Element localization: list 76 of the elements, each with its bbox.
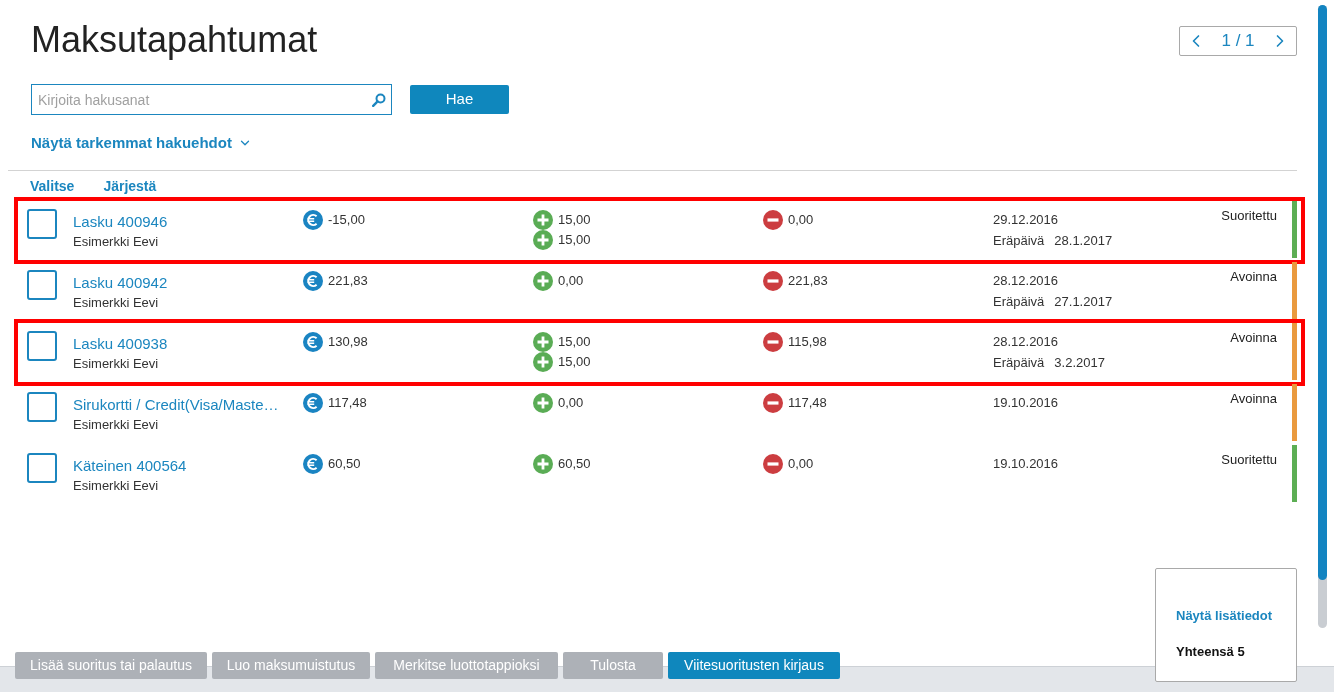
transaction-link[interactable]: Sirukortti / Credit(Visa/Maste… — [73, 395, 279, 415]
date-text: 29.12.2016 — [993, 211, 1059, 229]
total-count: Yhteensä 5 — [1176, 643, 1245, 661]
checkbox[interactable] — [27, 270, 57, 300]
payment-text: 60,50 — [558, 455, 591, 474]
checkbox[interactable] — [27, 209, 57, 239]
balance-text: 0,00 — [788, 455, 814, 474]
minus-icon — [763, 210, 783, 230]
status-text: Avoinna — [1230, 390, 1277, 408]
balance-text: 117,48 — [788, 394, 827, 413]
payment-text: 0,00 — [558, 272, 584, 291]
date-text: 19.10.2016 — [993, 394, 1059, 412]
payment-text: 15,00 — [558, 353, 591, 372]
customer-name: Esimerkki Eevi — [73, 233, 159, 250]
advanced-search-link[interactable]: Näytä tarkemmat hakuehdot — [31, 133, 252, 153]
payment-text: 0,00 — [558, 394, 584, 413]
minus-icon — [763, 393, 783, 413]
show-details-link[interactable]: Näytä lisätiedot — [1176, 607, 1273, 625]
search-button[interactable]: Hae — [410, 85, 509, 114]
plus-icon — [533, 230, 553, 250]
due-label: Eräpäivä — [993, 354, 1045, 372]
payment-text: 15,00 — [558, 211, 591, 230]
date-text: 28.12.2016 — [993, 272, 1059, 290]
due-label: Eräpäivä — [993, 232, 1045, 250]
plus-icon — [533, 393, 553, 413]
plus-icon — [533, 271, 553, 291]
toolbar-link[interactable]: Järjestä — [103, 177, 157, 195]
customer-name: Esimerkki Eevi — [73, 477, 159, 494]
balance-text: 221,83 — [788, 272, 828, 291]
balance-text: 0,00 — [788, 211, 814, 230]
euro-icon — [303, 393, 323, 413]
amount-text: 117,48 — [328, 394, 367, 413]
balance-text: 115,98 — [788, 333, 827, 352]
euro-icon — [303, 332, 323, 352]
search-icon — [372, 93, 386, 107]
plus-icon — [533, 454, 553, 474]
date-text: 19.10.2016 — [993, 455, 1059, 473]
plus-icon — [533, 332, 553, 352]
euro-icon — [303, 271, 323, 291]
status-text: Suoritettu — [1221, 207, 1277, 225]
customer-name: Esimerkki Eevi — [73, 294, 159, 311]
transaction-link[interactable]: Lasku 400938 — [73, 334, 168, 354]
customer-name: Esimerkki Eevi — [73, 416, 159, 433]
customer-name: Esimerkki Eevi — [73, 355, 159, 372]
due-date-text: 28.1.2017 — [1054, 232, 1113, 250]
due-label: Eräpäivä — [993, 293, 1045, 311]
amount-text: 221,83 — [328, 272, 368, 291]
euro-icon — [303, 454, 323, 474]
due-date-text: 3.2.2017 — [1054, 354, 1105, 372]
status-text: Suoritettu — [1221, 451, 1277, 469]
page-indicator: 1 / 1 — [1221, 30, 1255, 53]
checkbox[interactable] — [27, 453, 57, 483]
payment-text: 15,00 — [558, 231, 591, 250]
amount-text: 60,50 — [328, 455, 361, 474]
transaction-link[interactable]: Lasku 400946 — [73, 212, 168, 232]
search-field[interactable]: Kirjoita hakusanat — [31, 84, 392, 115]
minus-icon — [763, 332, 783, 352]
status-text: Avoinna — [1230, 329, 1277, 347]
minus-icon — [763, 271, 783, 291]
euro-icon — [303, 210, 323, 230]
transaction-link[interactable]: Käteinen 400564 — [73, 456, 187, 476]
action-button[interactable]: Viitesuoritusten kirjaus — [668, 652, 840, 679]
plus-icon — [533, 352, 553, 372]
plus-icon — [533, 210, 553, 230]
payment-text: 15,00 — [558, 333, 591, 352]
amount-text: 130,98 — [328, 333, 368, 352]
date-text: 28.12.2016 — [993, 333, 1059, 351]
transaction-link[interactable]: Lasku 400942 — [73, 273, 168, 293]
page-title: Maksutapahtumat — [31, 18, 318, 62]
minus-icon — [763, 454, 783, 474]
checkbox[interactable] — [27, 331, 57, 361]
status-text: Avoinna — [1230, 268, 1277, 286]
toolbar-link[interactable]: Valitse — [30, 177, 75, 195]
checkbox[interactable] — [27, 392, 57, 422]
amount-text: -15,00 — [328, 211, 365, 230]
due-date-text: 27.1.2017 — [1054, 293, 1113, 311]
